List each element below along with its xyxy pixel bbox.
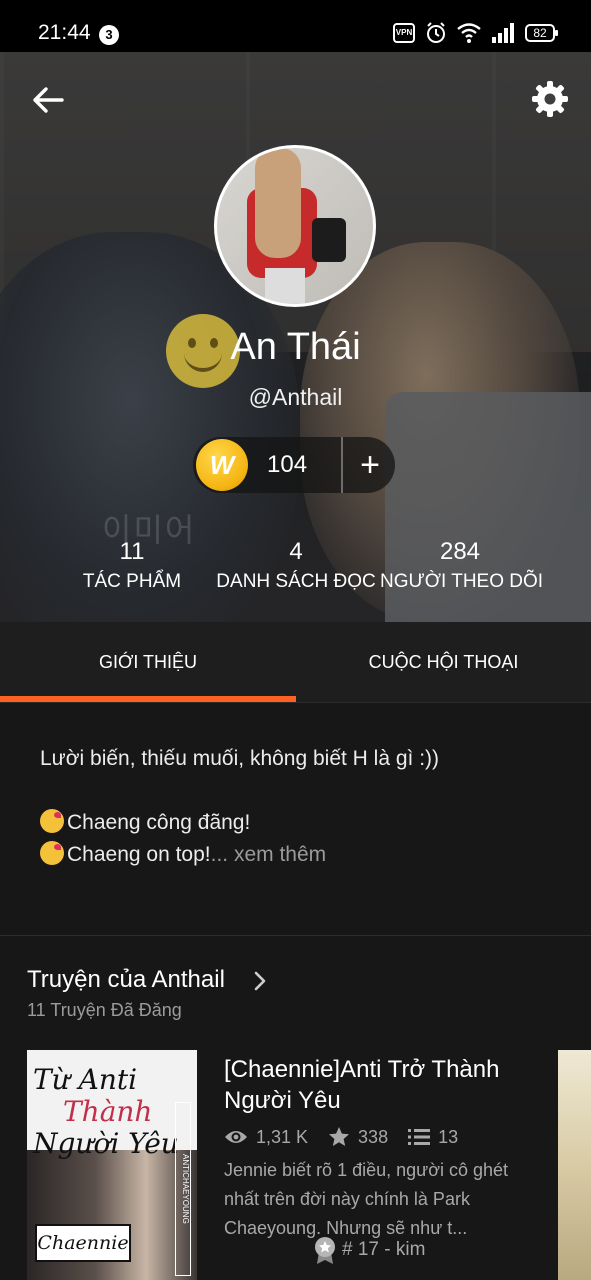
story-reads: 1,31 K — [256, 1126, 309, 1147]
profile-display-name: An Thái — [230, 326, 361, 368]
add-coins-button[interactable]: + — [345, 437, 395, 493]
profile-avatar[interactable] — [214, 145, 376, 307]
settings-gear-icon[interactable] — [531, 80, 569, 118]
stat-reading-lists[interactable]: 4 DANH SÁCH ĐỌC — [214, 538, 378, 596]
profile-username: @Anthail — [248, 384, 343, 410]
profile-tabs: GIỚI THIỆU CUỘC HỘI THOẠI — [0, 622, 591, 703]
stat-label: TÁC PHẨM — [82, 571, 182, 592]
story-description: Jennie biết rõ 1 điều, người cô ghét nhấ… — [224, 1160, 509, 1238]
bio-line: Chaeng công đãng! — [67, 811, 251, 834]
story-parts: 13 — [438, 1126, 459, 1147]
bio-line: Chaeng on top! — [67, 843, 211, 866]
story-stats: 1,31 K 338 13 — [224, 1126, 458, 1148]
coin-balance[interactable]: W 104 + — [193, 437, 395, 493]
active-tab-indicator — [0, 696, 296, 702]
cover-tag: Chaennie — [35, 1224, 131, 1262]
ranking-medal-icon — [315, 1237, 335, 1264]
signal-icon — [492, 23, 514, 43]
see-more-link[interactable]: ... xem thêm — [211, 843, 327, 866]
coin-count: 104 — [267, 451, 308, 478]
stat-value: 11 — [119, 538, 145, 565]
about-section: Lười biến, thiếu muối, không biết H là g… — [0, 703, 591, 936]
stat-label: NGƯỜI THEO DÕI — [380, 571, 544, 592]
parts-list-icon — [408, 1129, 431, 1145]
status-time: 21:44 — [38, 21, 91, 44]
story-rank-text: # 17 - kim — [342, 1239, 426, 1260]
eye-icon — [225, 1131, 247, 1143]
stat-value: 284 — [439, 538, 481, 565]
coin-icon: W — [196, 439, 248, 491]
stories-count: 11 Truyện Đã Đăng — [27, 1000, 182, 1020]
kiss-emoji-icon — [40, 809, 64, 833]
stories-section: Truyện của Anthail 11 Truyện Đã Đăng Từ … — [0, 936, 591, 1280]
stat-value: 4 — [289, 538, 303, 565]
status-icons: VPN 82 — [393, 22, 558, 44]
star-icon — [329, 1127, 350, 1146]
story-title[interactable]: [Chaennie]Anti Trở Thành Người Yêu — [224, 1054, 544, 1116]
tab-conversations[interactable]: CUỘC HỘI THOẠI — [296, 622, 591, 702]
story-rank: # 17 - kim — [314, 1236, 425, 1264]
stat-followers[interactable]: 284 NGƯỜI THEO DÕI — [380, 538, 544, 596]
next-story-cover[interactable] — [558, 1050, 591, 1280]
notification-count-badge: 3 — [99, 25, 119, 45]
battery-icon: 82 — [525, 24, 558, 42]
chevron-right-icon[interactable] — [250, 968, 270, 994]
wifi-icon — [457, 23, 481, 43]
story-votes: 338 — [358, 1126, 389, 1147]
stat-label: DANH SÁCH ĐỌC — [216, 571, 376, 592]
story-cover-image[interactable]: Từ Anti Thành Người Yêu ANTICHAEYOUNG Ch… — [27, 1050, 197, 1280]
vpn-icon: VPN — [393, 23, 415, 43]
status-bar: 21:44 3 VPN 82 — [0, 0, 591, 52]
tab-about[interactable]: GIỚI THIỆU — [0, 622, 296, 702]
bio-line: Lười biến, thiếu muối, không biết H là g… — [40, 747, 440, 770]
stories-section-title[interactable]: Truyện của Anthail — [27, 966, 225, 994]
kiss-emoji-icon — [40, 841, 64, 865]
back-arrow-icon[interactable] — [30, 82, 66, 118]
alarm-icon — [427, 22, 445, 43]
stat-works[interactable]: 11 TÁC PHẨM — [64, 538, 200, 596]
